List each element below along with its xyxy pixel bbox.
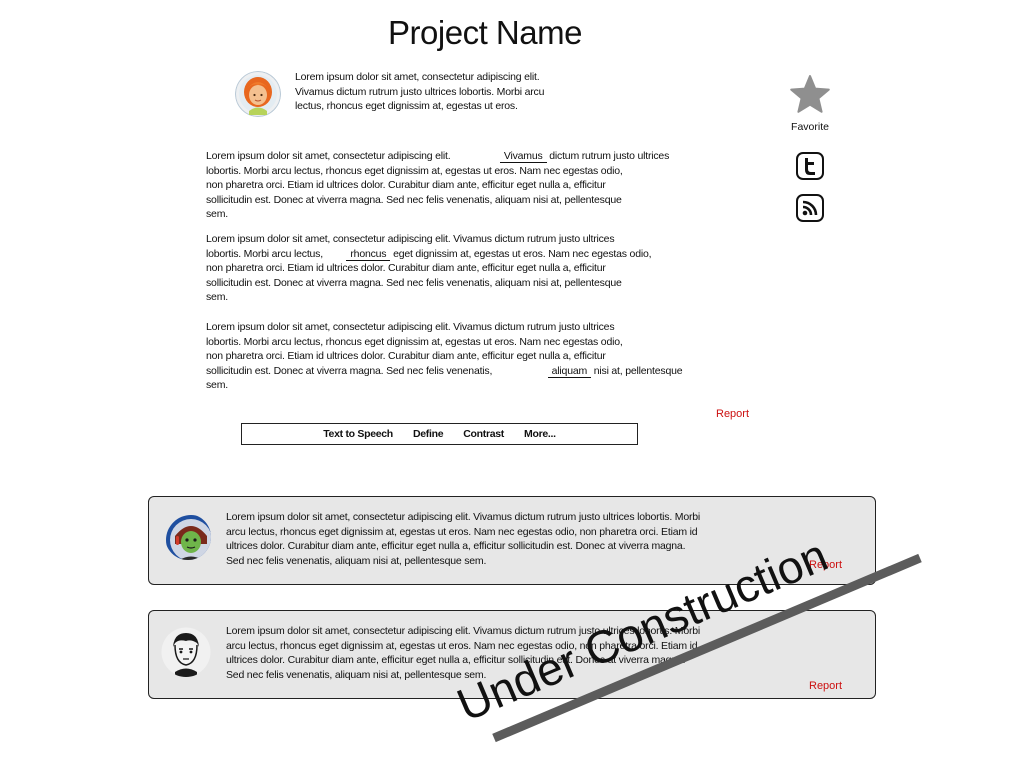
paragraph-line: non pharetra orci. Etiam id ultrices dol… bbox=[206, 179, 606, 191]
article-paragraph-1: Lorem ipsum dolor sit amet, consectetur … bbox=[206, 149, 736, 222]
twitter-icon bbox=[796, 152, 824, 180]
author-avatar-icon bbox=[235, 71, 281, 117]
paragraph-line: sem. bbox=[206, 208, 228, 220]
comment-card: Lorem ipsum dolor sit amet, consectetur … bbox=[148, 496, 876, 585]
paragraph-line: sem. bbox=[206, 291, 228, 303]
paragraph-line: Lorem ipsum dolor sit amet, consectetur … bbox=[206, 149, 736, 164]
article-paragraph-3: Lorem ipsum dolor sit amet, consectetur … bbox=[206, 320, 736, 393]
intro-line: Vivamus dictum rutrum justo ultrices lob… bbox=[295, 85, 545, 98]
comment-line: Sed nec felis venenatis, aliquam nisi at… bbox=[226, 668, 487, 681]
comment-card: Lorem ipsum dolor sit amet, consectetur … bbox=[148, 610, 876, 699]
more-button[interactable]: More... bbox=[524, 428, 556, 440]
paragraph-line: lobortis. Morbi arcu lectus, rhoncus ege… bbox=[206, 247, 736, 262]
page-title: Project Name bbox=[388, 14, 582, 51]
intro-line: lectus, rhoncus eget dignissim at, egest… bbox=[295, 100, 518, 112]
comment-line: arcu lectus, rhoncus eget dignissim at, … bbox=[226, 525, 698, 538]
comment-line: arcu lectus, rhoncus eget dignissim at, … bbox=[226, 639, 698, 652]
comment-text: Lorem ipsum dolor sit amet, consectetur … bbox=[226, 624, 771, 682]
twitter-share-button[interactable] bbox=[796, 152, 824, 180]
paragraph-text: dictum rutrum justo ultrices bbox=[549, 150, 670, 162]
word-link-vivamus[interactable]: Vivamus bbox=[499, 150, 547, 163]
paragraph-text: Lorem ipsum dolor sit amet, consectetur … bbox=[206, 150, 451, 162]
paragraph-line: Lorem ipsum dolor sit amet, consectetur … bbox=[206, 233, 615, 245]
rss-feed-button[interactable] bbox=[796, 194, 824, 222]
commenter-avatar-icon bbox=[166, 515, 211, 560]
word-link-rhoncus[interactable]: rhoncus bbox=[346, 247, 391, 261]
intro-text: Lorem ipsum dolor sit amet, consectetur … bbox=[295, 70, 585, 114]
author-avatar[interactable] bbox=[235, 71, 281, 117]
comment-line: Lorem ipsum dolor sit amet, consectetur … bbox=[226, 625, 701, 637]
commenter-avatar-icon bbox=[161, 627, 211, 677]
favorite-label: Favorite bbox=[791, 121, 829, 133]
paragraph-line: sollicitudin est. Donec at viverra magna… bbox=[206, 276, 622, 289]
paragraph-line: Lorem ipsum dolor sit amet, consectetur … bbox=[206, 321, 615, 333]
comment-line: Lorem ipsum dolor sit amet, consectetur … bbox=[226, 511, 701, 523]
word-link-aliquam[interactable]: aliquam bbox=[547, 364, 592, 378]
paragraph-line: sollicitudin est. Donec at viverra magna… bbox=[206, 193, 622, 206]
comment-report-link[interactable]: Report bbox=[809, 680, 842, 692]
paragraph-text: lobortis. Morbi arcu lectus, bbox=[206, 247, 323, 260]
paragraph-line: non pharetra orci. Etiam id ultrices dol… bbox=[206, 262, 606, 274]
comment-line: ultrices dolor. Curabitur diam ante, eff… bbox=[226, 654, 686, 666]
comment-line: ultrices dolor. Curabitur diam ante, eff… bbox=[226, 540, 686, 552]
commenter-avatar[interactable] bbox=[161, 627, 211, 677]
text-to-speech-button[interactable]: Text to Speech bbox=[323, 428, 393, 440]
favorite-button[interactable]: Favorite bbox=[786, 74, 834, 133]
comment-text: Lorem ipsum dolor sit amet, consectetur … bbox=[226, 510, 771, 568]
article-report-link[interactable]: Report bbox=[716, 408, 749, 420]
star-icon bbox=[790, 75, 830, 113]
paragraph-text: sollicitudin est. Donec at viverra magna… bbox=[206, 364, 493, 377]
paragraph-text: nisi at, pellentesque bbox=[593, 364, 683, 377]
paragraph-line: sem. bbox=[206, 379, 228, 391]
define-button[interactable]: Define bbox=[413, 428, 444, 440]
paragraph-text: eget dignissim at, egestas ut eros. Nam … bbox=[393, 247, 652, 260]
paragraph-line: non pharetra orci. Etiam id ultrices dol… bbox=[206, 350, 606, 362]
contrast-button[interactable]: Contrast bbox=[463, 428, 504, 440]
intro-line: Lorem ipsum dolor sit amet, consectetur … bbox=[295, 71, 540, 83]
article-paragraph-2: Lorem ipsum dolor sit amet, consectetur … bbox=[206, 232, 736, 305]
comment-line: Sed nec felis venenatis, aliquam nisi at… bbox=[226, 554, 487, 567]
paragraph-line: sollicitudin est. Donec at viverra magna… bbox=[206, 364, 736, 379]
page: Project Name Lorem ipsum dolor sit amet,… bbox=[0, 0, 1024, 768]
reading-toolbar: Text to Speech Define Contrast More... bbox=[241, 423, 638, 445]
paragraph-line: lobortis. Morbi arcu lectus, rhoncus ege… bbox=[206, 335, 623, 348]
comment-report-link[interactable]: Report bbox=[809, 559, 842, 571]
paragraph-line: lobortis. Morbi arcu lectus, rhoncus ege… bbox=[206, 164, 623, 177]
rss-icon bbox=[796, 194, 824, 222]
commenter-avatar[interactable] bbox=[165, 514, 211, 560]
